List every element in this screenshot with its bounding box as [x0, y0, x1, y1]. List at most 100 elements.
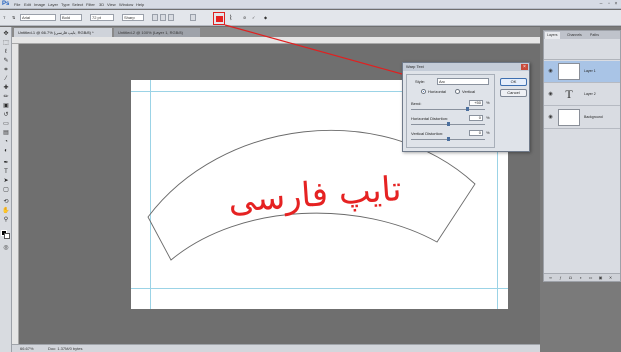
h-distortion-input[interactable]: 0 [469, 115, 483, 121]
menu-select[interactable]: Select [72, 2, 83, 7]
menu-filter[interactable]: Filter [86, 2, 95, 7]
hand-tool-icon[interactable]: ✋ [2, 208, 10, 215]
link-layers-icon[interactable]: ∞ [548, 275, 553, 280]
warp-text-icon[interactable]: ⌇ [229, 14, 232, 23]
delete-layer-icon[interactable]: ✕ [608, 275, 613, 280]
add-mask-icon[interactable]: ◘ [568, 275, 573, 280]
minimize-icon[interactable]: – [598, 1, 604, 7]
crop-tool-icon[interactable]: ⌗ [2, 67, 10, 74]
tab-channels[interactable]: Channels [565, 32, 584, 39]
layer-style-icon[interactable]: ƒ [558, 275, 563, 280]
bend-slider-thumb[interactable] [466, 107, 469, 111]
tab-layers[interactable]: Layers [545, 32, 560, 39]
zoom-level[interactable]: 66.67% [20, 346, 34, 352]
type-tool-sidebar-icon[interactable]: T [2, 169, 10, 176]
style-label: Style: [415, 79, 426, 84]
style-select[interactable]: Arc [437, 78, 489, 85]
menu-edit[interactable]: Edit [24, 2, 31, 7]
marquee-tool-icon[interactable]: ⬚ [2, 40, 10, 47]
menu-3d[interactable]: 3D [99, 2, 104, 7]
layer-controls[interactable] [544, 40, 620, 60]
horizontal-radio[interactable] [421, 89, 426, 94]
tab-untitled-2[interactable]: Untitled-2 @ 100% (Layer 1, RGB/8) [114, 28, 200, 37]
3d-rotate-icon[interactable]: ⟲ [2, 199, 10, 206]
new-group-icon[interactable]: ▭ [588, 275, 593, 280]
app-logo: Ps [2, 1, 10, 7]
v-distortion-slider-thumb[interactable] [447, 137, 450, 141]
menu-type[interactable]: Type [61, 2, 70, 7]
ok-button[interactable]: OK [500, 78, 527, 86]
visibility-eye-icon[interactable]: ◉ [547, 68, 554, 75]
lasso-tool-icon[interactable]: ℓ [2, 49, 10, 56]
document-tab-bar: Untitled-1 @ 66.7% (تایپ فارسی, RGB/8) *… [12, 27, 540, 37]
type-tool-icon[interactable]: T [3, 14, 5, 22]
v-distortion-slider[interactable] [411, 137, 485, 141]
layer-thumbnail [558, 63, 580, 80]
maximize-icon[interactable]: ▫ [606, 1, 612, 7]
brush-tool-icon[interactable]: ✏ [2, 94, 10, 101]
photoshop-window: Ps File Edit Image Layer Type Select Fil… [0, 0, 621, 352]
adjustment-layer-icon[interactable]: ◑ [578, 275, 583, 280]
bend-percent: % [486, 100, 490, 105]
status-bar: 66.67% Doc: 1.37M/0 bytes [12, 344, 540, 352]
healing-tool-icon[interactable]: ✚ [2, 85, 10, 92]
dialog-close-icon[interactable]: × [521, 64, 528, 70]
align-center-icon[interactable] [160, 14, 166, 21]
character-panel-icon[interactable] [190, 14, 196, 21]
align-left-icon[interactable] [152, 14, 158, 21]
menu-file[interactable]: File [14, 2, 20, 7]
blur-tool-icon[interactable]: ◔ [2, 139, 10, 146]
tab-paths[interactable]: Paths [588, 32, 601, 39]
quick-select-icon[interactable]: ✎ [2, 58, 10, 65]
warp-settings-frame: Style: Arc Horizontal Vertical Bend: +50… [406, 74, 495, 148]
stamp-tool-icon[interactable]: ▣ [2, 103, 10, 110]
visibility-eye-icon[interactable]: ◉ [547, 91, 554, 98]
vertical-radio[interactable] [455, 89, 460, 94]
visibility-eye-icon[interactable]: ◉ [547, 114, 554, 121]
align-right-icon[interactable] [168, 14, 174, 21]
pen-tool-icon[interactable]: ✒ [2, 160, 10, 167]
layer-name: Background [584, 115, 603, 119]
eraser-tool-icon[interactable]: ▭ [2, 121, 10, 128]
close-icon[interactable]: × [613, 1, 619, 7]
h-distortion-slider[interactable] [411, 122, 485, 126]
move-tool-icon[interactable]: ✥ [2, 31, 10, 38]
text-color-swatch[interactable] [213, 12, 225, 25]
bend-slider[interactable] [411, 107, 485, 111]
font-style-select[interactable]: Bold [60, 14, 82, 21]
bend-label: Bend: [411, 101, 422, 106]
menu-layer[interactable]: Layer [48, 2, 58, 7]
font-size-select[interactable]: 72 pt [90, 14, 114, 21]
menu-window[interactable]: Window [119, 2, 133, 7]
dodge-tool-icon[interactable]: ◐ [2, 148, 10, 155]
path-select-icon[interactable]: ➤ [2, 178, 10, 185]
layer-row[interactable]: ◉ Background [544, 107, 620, 129]
quick-mask-icon[interactable]: ◎ [2, 245, 10, 252]
3d-icon[interactable]: ◆ [264, 14, 267, 22]
horizontal-label: Horizontal [428, 89, 447, 94]
menu-view[interactable]: View [107, 2, 116, 7]
zoom-tool-icon[interactable]: ⚲ [2, 217, 10, 224]
cancel-edit-icon[interactable]: ⊘ [243, 14, 246, 22]
menu-help[interactable]: Help [136, 2, 144, 7]
cancel-button[interactable]: Cancel [500, 89, 527, 97]
anti-alias-select[interactable]: Sharp [122, 14, 144, 21]
history-brush-icon[interactable]: ↺ [2, 112, 10, 119]
background-color[interactable] [4, 233, 10, 239]
orientation-icon[interactable]: ⇅ [12, 14, 15, 22]
commit-edit-icon[interactable]: ✓ [252, 14, 255, 22]
tab-untitled-1[interactable]: Untitled-1 @ 66.7% (تایپ فارسی, RGB/8) * [14, 28, 112, 37]
warped-text[interactable]: تایپ فارسی [227, 169, 403, 221]
shape-tool-icon[interactable]: ▢ [2, 187, 10, 194]
bend-input[interactable]: +50 [469, 100, 483, 106]
v-distortion-input[interactable]: 0 [469, 130, 483, 136]
eyedropper-tool-icon[interactable]: ⁄ [2, 76, 10, 83]
h-distortion-slider-thumb[interactable] [447, 122, 450, 126]
font-family-select[interactable]: Arial [20, 14, 56, 21]
new-layer-icon[interactable]: ▣ [598, 275, 603, 280]
gradient-tool-icon[interactable]: ▤ [2, 130, 10, 137]
layer-row[interactable]: ◉ T Layer 2 [544, 84, 620, 106]
options-bar: T ⇅ Arial Bold 72 pt Sharp ⊘ ✓ ◆ [0, 10, 621, 26]
layer-row[interactable]: ◉ Layer 1 [544, 61, 620, 83]
menu-image[interactable]: Image [34, 2, 45, 7]
